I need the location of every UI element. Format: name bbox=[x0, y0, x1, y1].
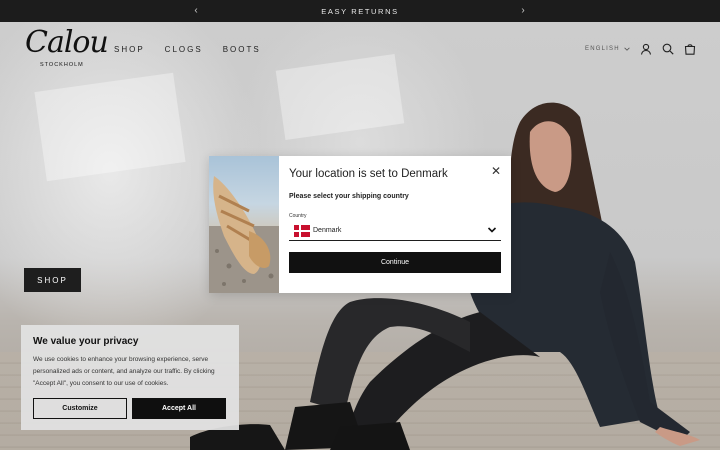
sandal-photo bbox=[209, 176, 279, 293]
chevron-right-icon[interactable]: › bbox=[516, 4, 530, 18]
modal-title: Your location is set to Denmark bbox=[289, 168, 448, 180]
modal-image bbox=[209, 156, 279, 293]
modal-subtitle: Please select your shipping country bbox=[289, 193, 409, 200]
country-select[interactable]: Denmark bbox=[289, 221, 501, 241]
nav-item-boots[interactable]: BOOTS bbox=[223, 45, 261, 54]
cookie-text: We use cookies to enhance your browsing … bbox=[33, 356, 215, 387]
continue-button[interactable]: Continue bbox=[289, 252, 501, 273]
close-icon[interactable]: ✕ bbox=[491, 165, 501, 177]
language-label: ENGLISH bbox=[585, 46, 620, 52]
country-label: Country bbox=[289, 213, 307, 219]
country-value: Denmark bbox=[313, 227, 342, 234]
logo[interactable]: Calou STOCKHOLM bbox=[25, 25, 109, 70]
nav-item-clogs[interactable]: CLOGS bbox=[165, 45, 203, 54]
location-modal: Your location is set to Denmark ✕ Please… bbox=[209, 156, 511, 293]
cookie-banner: We value your privacy We use cookies to … bbox=[21, 325, 239, 430]
nav-item-shop[interactable]: SHOP bbox=[114, 45, 145, 54]
search-icon[interactable] bbox=[662, 43, 674, 55]
account-icon[interactable] bbox=[640, 43, 652, 55]
main-nav: SHOP CLOGS BOOTS bbox=[114, 45, 261, 54]
announcement-text: EASY RETURNS bbox=[321, 6, 399, 16]
hero-shop-button[interactable]: SHOP bbox=[24, 268, 81, 292]
chevron-down-icon bbox=[487, 227, 497, 233]
logo-subtitle: STOCKHOLM bbox=[40, 62, 84, 68]
chevron-down-icon bbox=[624, 47, 630, 51]
denmark-flag-icon bbox=[294, 225, 310, 237]
cart-icon[interactable] bbox=[684, 43, 696, 55]
language-selector[interactable]: ENGLISH bbox=[585, 46, 630, 52]
chevron-left-icon[interactable]: ‹ bbox=[189, 4, 203, 18]
announcement-bar: ‹ EASY RETURNS › bbox=[0, 0, 720, 22]
cookie-title: We value your privacy bbox=[33, 336, 139, 347]
logo-script: Calou bbox=[25, 25, 109, 60]
accept-all-button[interactable]: Accept All bbox=[132, 398, 226, 419]
customize-button[interactable]: Customize bbox=[33, 398, 127, 419]
